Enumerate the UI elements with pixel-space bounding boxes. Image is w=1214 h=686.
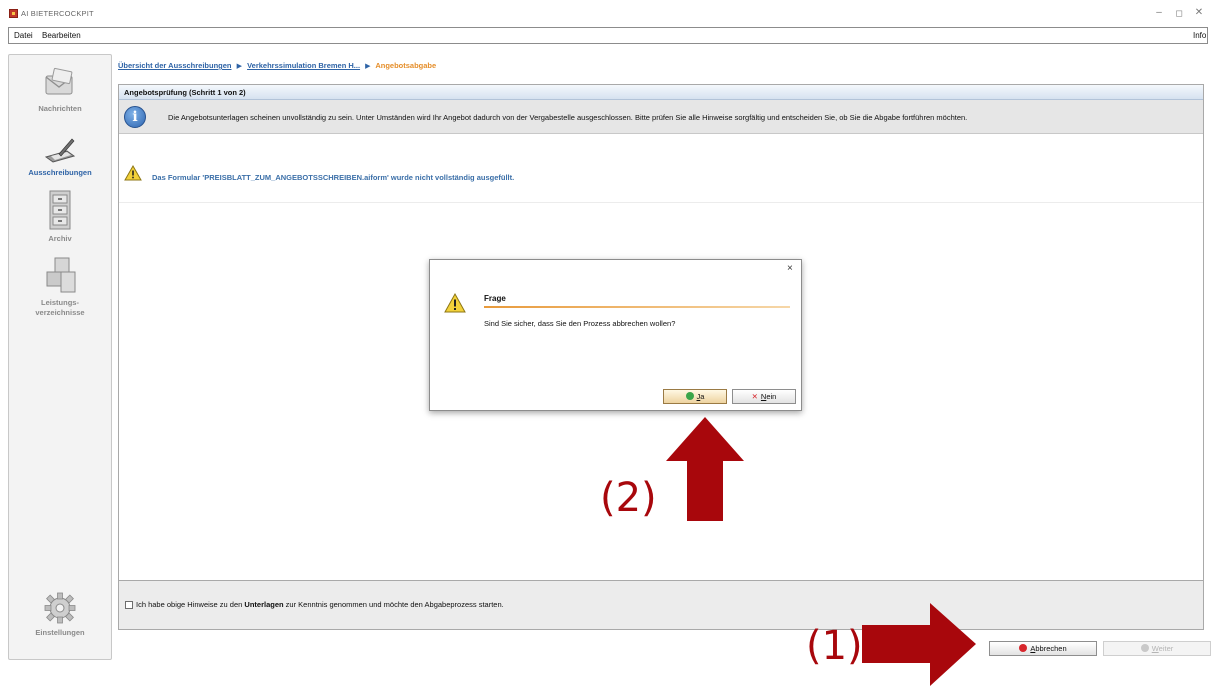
next-button-label: eiter (1158, 644, 1174, 653)
yes-button-label: a (700, 392, 705, 401)
confirm-checkbox[interactable] (125, 601, 133, 609)
menu-datei[interactable]: Datei (14, 31, 33, 40)
gear-icon (44, 592, 76, 624)
sidebar-label-leistungsverzeichnisse-1: Leistungs- (41, 298, 79, 307)
mail-icon (45, 67, 73, 95)
sidebar-item-einstellungen[interactable]: Einstellungen (9, 591, 111, 638)
confirm-text-after: zur Kenntnis genommen und möchte den Abg… (283, 600, 504, 609)
panel-title: Angebotsprüfung (Schritt 1 von 2) (124, 88, 246, 97)
panel-header: Angebotsprüfung (Schritt 1 von 2) (119, 85, 1203, 100)
annotation-label-2: (2) (600, 475, 657, 521)
menu-bearbeiten[interactable]: Bearbeiten (42, 31, 81, 40)
annotation-arrow-up-icon (666, 417, 744, 521)
cancel-button[interactable]: Abbrechen (989, 641, 1097, 656)
breadcrumb: Übersicht der Ausschreibungen ▶ Verkehrs… (118, 61, 436, 70)
annotation-label-1: (1) (806, 623, 863, 669)
window-title: AI BIETERCOCKPIT (21, 9, 94, 18)
sidebar-label-leistungsverzeichnisse-2: verzeichnisse (35, 308, 85, 317)
sidebar-label-archiv: Archiv (48, 234, 72, 243)
sidebar: Nachrichten Ausschreibungen Archiv Leist (8, 54, 112, 660)
confirm-area: Ich habe obige Hinweise zu den Unterlage… (118, 580, 1204, 630)
menu-info[interactable]: Info (1193, 31, 1206, 40)
cabinet-icon (49, 190, 71, 230)
no-button-label: ein (766, 392, 777, 401)
warning-row: Das Formular 'PREISBLATT_ZUM_ANGEBOTSSCH… (119, 135, 1203, 203)
dialog-message: Sind Sie sicher, dass Sie den Prozess ab… (484, 319, 676, 328)
warning-message: Das Formular 'PREISBLATT_ZUM_ANGEBOTSSCH… (152, 173, 515, 182)
confirm-text-bold: Unterlagen (244, 600, 284, 609)
sidebar-item-ausschreibungen[interactable]: Ausschreibungen (9, 135, 111, 178)
confirm-text-before: Ich habe obige Hinweise zu den (136, 600, 245, 609)
sidebar-label-nachrichten: Nachrichten (38, 104, 82, 113)
check-icon (685, 392, 694, 400)
sidebar-label-ausschreibungen: Ausschreibungen (28, 168, 92, 177)
menu-bearbeiten-label: Bearbeiten (42, 31, 81, 40)
confirm-label[interactable]: Ich habe obige Hinweise zu den Unterlage… (136, 600, 504, 609)
breadcrumb-link-project[interactable]: Verkehrssimulation Bremen H... (247, 61, 360, 70)
info-message: Die Angebotsunterlagen scheinen unvollst… (168, 113, 968, 122)
sidebar-item-leistungsverzeichnisse[interactable]: Leistungs- verzeichnisse (9, 255, 111, 318)
breadcrumb-separator-icon: ▶ (236, 63, 242, 70)
breadcrumb-link-overview[interactable]: Übersicht der Ausschreibungen (118, 61, 232, 70)
pen-tablet-icon (44, 138, 76, 163)
minimize-button[interactable]: – (1152, 6, 1166, 20)
breadcrumb-separator-icon: ▶ (365, 63, 371, 70)
cancel-button-label: bbrechen (1035, 644, 1067, 653)
breadcrumb-current: Angebotsabgabe (375, 61, 437, 70)
sidebar-item-nachrichten[interactable]: Nachrichten (9, 67, 111, 114)
cancel-circle-icon (1019, 644, 1028, 652)
menu-datei-label: Datei (14, 31, 33, 40)
dialog-divider (484, 306, 790, 308)
info-banner: Die Angebotsunterlagen scheinen unvollst… (119, 100, 1203, 134)
next-button-mnemonic: W (1151, 644, 1159, 653)
yes-button[interactable]: Ja (663, 389, 727, 404)
restore-button[interactable]: ◻ (1172, 6, 1186, 20)
close-window-button[interactable]: ✕ (1192, 6, 1206, 20)
sidebar-label-einstellungen: Einstellungen (35, 628, 85, 637)
dialog-close-icon[interactable]: × (787, 263, 793, 274)
warning-icon (124, 165, 142, 181)
boxes-icon (46, 257, 76, 293)
menu-info-label: Info (1193, 31, 1207, 40)
title-bar: AI BIETERCOCKPIT – ◻ ✕ (0, 0, 1214, 26)
dialog-title: Frage (484, 294, 506, 303)
warning-icon (444, 293, 466, 313)
next-arrow-icon (1140, 644, 1149, 652)
sidebar-item-archiv[interactable]: Archiv (9, 189, 111, 244)
no-button[interactable]: ✕ Nein (732, 389, 796, 404)
annotation-arrow-right-icon (862, 603, 976, 686)
menu-bar: Datei Bearbeiten Info (8, 27, 1208, 44)
confirm-dialog: × Frage Sind Sie sicher, dass Sie den Pr… (429, 259, 802, 411)
info-icon (124, 106, 146, 128)
x-icon: ✕ (751, 392, 758, 401)
next-button[interactable]: Weiter (1103, 641, 1211, 656)
app-logo-icon (9, 9, 18, 18)
